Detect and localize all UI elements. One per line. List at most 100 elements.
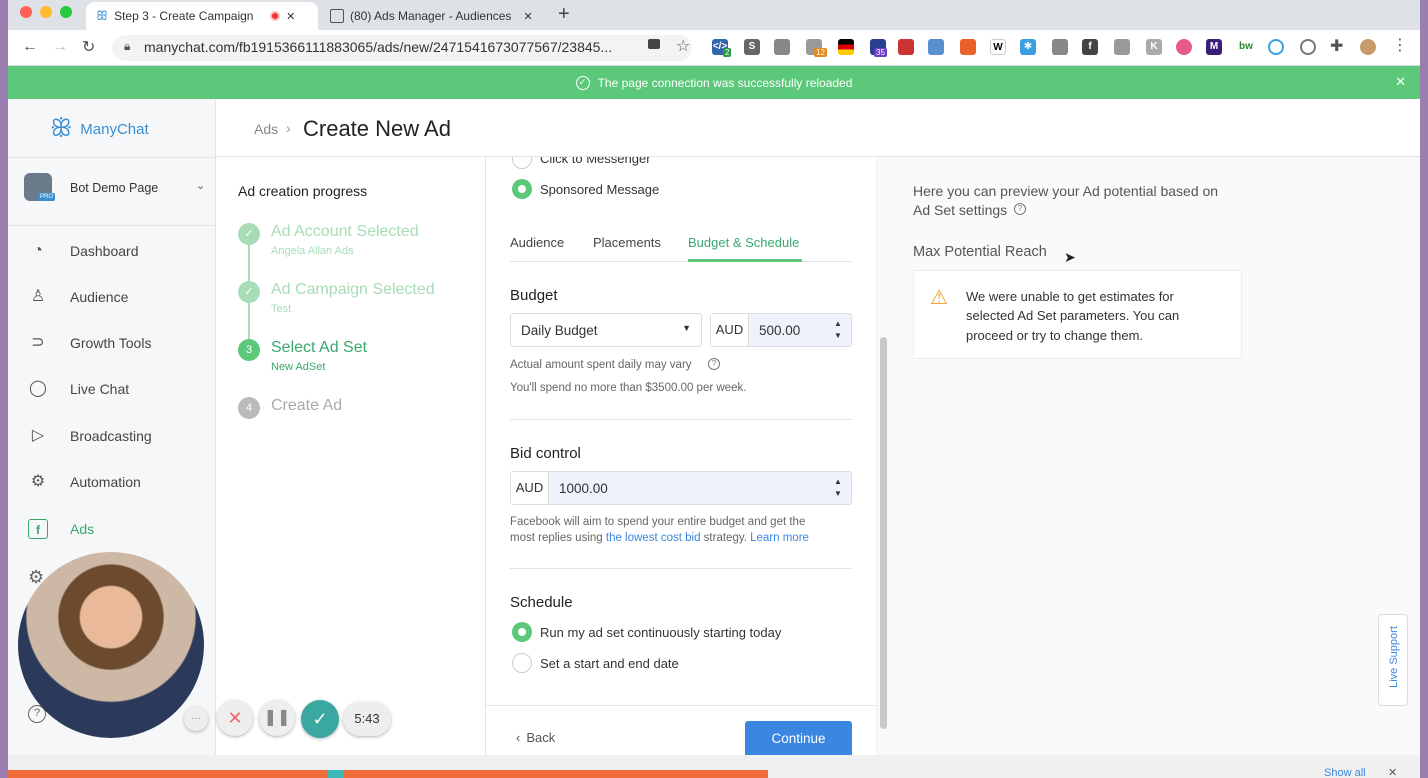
recorder-done-icon[interactable]: ✓ [301,700,339,738]
help-icon[interactable]: ? [708,358,720,370]
divider [8,225,216,226]
tab-close-icon[interactable]: ✕ [523,10,532,23]
facebook-icon[interactable]: f [1082,39,1098,55]
url-bar[interactable]: 🔒︎ manychat.com/fb1915366111883065/ads/n… [112,35,692,61]
divider [510,419,852,420]
success-banner: ✓ The page connection was successfully r… [8,66,1420,99]
extension-grey-icon[interactable] [1052,39,1068,55]
learn-more-link[interactable]: Learn more [750,532,809,544]
extension-folder-icon[interactable] [1114,39,1130,55]
bid-note: Facebook will aim to spend your entire b… [510,516,806,528]
new-tab-button[interactable]: + [558,3,570,26]
budget-amount-input[interactable]: AUD 500.00 ▲ ▼ [710,313,852,347]
show-all-link[interactable]: Show all [1324,767,1366,778]
bid-control-title: Bid control [510,445,581,462]
banner-close-icon[interactable]: ✕ [1395,74,1406,90]
tab-budget-schedule[interactable]: Budget & Schedule [688,235,799,250]
step-number: 4 [238,397,260,419]
extension-minus-icon[interactable] [1300,39,1316,55]
tab-audience[interactable]: Audience [510,235,564,250]
extension-stack-icon[interactable] [774,39,790,55]
form-scrollbar[interactable] [876,157,890,755]
sidebar-item-automation[interactable]: ⚙ Automation [8,462,216,502]
recorder-more-button[interactable]: ··· [184,707,208,731]
tab-placements[interactable]: Placements [593,235,661,250]
recorder-cancel-icon[interactable]: ✕ [217,700,253,736]
window-minimize-dot[interactable] [40,6,52,18]
stepper-arrows-icon[interactable]: ▲ ▼ [833,318,843,342]
bid-note-line2: most replies using the lowest cost bid s… [510,532,809,544]
budget-weekly-note: You'll spend no more than $3500.00 per w… [510,382,747,394]
facebook-ads-icon: f [28,519,48,539]
sidebar-item-audience[interactable]: ♙ Audience [8,277,216,317]
tab-close-icon[interactable]: ✕ [286,10,295,23]
manychat-logo-icon: ꕥ [50,115,73,142]
kebab-menu-icon[interactable]: ⋮ [1392,35,1408,55]
forward-arrow-icon[interactable]: → [52,38,68,56]
lowest-cost-bid-link[interactable]: the lowest cost bid [606,532,701,544]
currency-label: AUD [711,314,749,346]
progress-stripe-marker [328,770,344,778]
puzzle-icon[interactable]: ✚ [1330,36,1343,56]
budget-type-select[interactable]: Daily Budget ▼ [510,313,702,347]
window-close-dot[interactable] [20,6,32,18]
ad-set-form: Click to Messenger Sponsored Message Aud… [486,157,876,755]
sidebar-item-broadcasting[interactable]: ▷ Broadcasting [8,416,216,456]
window-maximize-dot[interactable] [60,6,72,18]
step-label: Create Ad [271,397,343,414]
extension-map-icon[interactable] [928,39,944,55]
continue-button[interactable]: Continue [745,721,852,755]
extension-arrow-icon[interactable] [960,39,976,55]
reload-icon[interactable]: ↻ [82,37,95,57]
pro-badge: PRO [38,193,56,201]
sidebar-item-dashboard[interactable]: ◔ Dashboard [8,231,216,271]
sidebar-item-growth-tools[interactable]: ⊃ Growth Tools [8,323,216,363]
check-icon: ✓ [238,281,260,303]
sidebar-item-label: Broadcasting [70,428,152,444]
extension-circle-icon[interactable] [1268,39,1284,55]
star-icon[interactable]: ☆ [676,36,690,56]
stepper-arrows-icon[interactable]: ▲ ▼ [833,476,843,500]
brand-logo[interactable]: ꕥ ManyChat [50,115,149,143]
radio-label: Sponsored Message [540,182,660,197]
profile-avatar[interactable] [1360,39,1376,55]
sidebar-item-live-chat[interactable]: ◯ Live Chat [8,369,216,409]
extension-k-icon[interactable]: K [1146,39,1162,55]
tab-ads-manager[interactable]: (80) Ads Manager - Audiences ✕ [320,2,550,30]
scrollbar-thumb[interactable] [880,337,887,729]
extension-w-icon[interactable]: W [990,39,1006,55]
extension-s-icon[interactable]: S [744,39,760,55]
caret-down-icon: ▼ [682,323,691,333]
live-support-button[interactable]: Live Support [1378,614,1408,706]
tab-step3[interactable]: ꕥ Step 3 - Create Campaign ✕ [86,2,318,30]
back-button[interactable]: ‹ Back [516,730,555,745]
extension-m-icon[interactable]: M [1206,39,1222,55]
bid-amount-input[interactable]: AUD 1000.00 ▲ ▼ [510,471,852,505]
schedule-title: Schedule [510,594,573,611]
extension-badge: 12 [814,48,827,57]
page-selector[interactable]: PRO Bot Demo Page ⌄ [24,173,210,205]
german-flag-icon[interactable] [838,39,854,55]
page-title: Create New Ad [303,116,451,141]
download-bar-close-icon[interactable]: ✕ [1388,766,1397,778]
back-arrow-icon[interactable]: ← [22,38,38,56]
camera-icon[interactable] [648,39,660,49]
extension-bw-icon[interactable]: bw [1238,39,1254,55]
sidebar-item-label: Audience [70,289,129,305]
breadcrumb[interactable]: Ads [254,121,278,137]
extension-badge: 35 [874,48,887,57]
radio-sponsored-message[interactable] [512,179,532,199]
extension-asterisk-icon[interactable]: ✱ [1020,39,1036,55]
divider [486,705,876,706]
extension-red-icon[interactable] [898,39,914,55]
bid-note-text: strategy. [700,532,751,544]
radio-click-to-messenger[interactable] [512,157,532,169]
mouse-cursor-icon: ➤ [1064,249,1076,265]
recorder-pause-icon[interactable]: ❚❚ [259,700,295,736]
sidebar-item-ads[interactable]: f Ads [8,509,216,549]
help-icon[interactable]: ? [1014,203,1026,215]
radio-run-continuously[interactable] [512,622,532,642]
radio-start-end-date[interactable] [512,653,532,673]
page-name: Bot Demo Page [70,181,159,195]
extension-pink-icon[interactable] [1176,39,1192,55]
